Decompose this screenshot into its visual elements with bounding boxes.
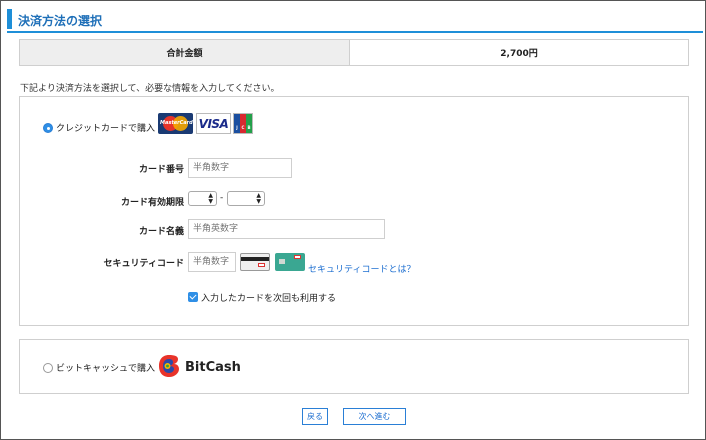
bitcash-option-label[interactable]: ビットキャッシュで購入 [56,361,155,374]
bitcash-section: ビットキャッシュで購入 BitCash [19,339,689,394]
bitcash-logo-icon [159,355,179,377]
credit-card-radio[interactable] [43,123,53,133]
remember-card-label[interactable]: 入力したカードを次回も利用する [201,291,336,304]
back-button[interactable]: 戻る [302,408,328,425]
card-expiry-label: カード有効期限 [120,198,184,208]
mastercard-logo: MasterCard [158,113,193,134]
expiry-separator: - [220,193,224,203]
card-back-cvv-icon [240,253,270,271]
page-title: 決済方法の選択 [18,14,103,28]
bitcash-logo-text: BitCash [185,360,241,375]
expiry-year-select[interactable]: ▲ ▼ [227,191,265,206]
total-value: 2,700円 [500,49,538,59]
page-header: 決済方法の選択 [7,7,703,33]
card-front-cvv-icon [275,253,305,271]
visa-logo: VISA [196,113,231,134]
security-code-input[interactable] [188,252,236,272]
security-code-label: セキュリティコード [103,259,184,269]
next-button[interactable]: 次へ進む [343,408,406,425]
payment-page: 決済方法の選択 合計金額 2,700円 下記より決済方法を選択して、必要な情報を… [0,0,706,440]
card-number-label: カード番号 [138,165,184,175]
total-amount-table: 合計金額 2,700円 [19,39,689,66]
card-name-label: カード名義 [138,227,184,237]
card-name-input[interactable] [188,219,385,239]
expiry-month-select[interactable]: ▲ ▼ [188,191,217,206]
total-label: 合計金額 [20,40,350,65]
credit-card-option-label[interactable]: クレジットカードで購入 [56,121,155,134]
checkbox-checked-icon[interactable] [188,292,198,302]
credit-card-section: クレジットカードで購入 MasterCard VISA JCB カード番号 カー… [19,96,689,326]
card-number-input[interactable] [188,158,292,178]
bitcash-radio[interactable] [43,363,53,373]
instruction-text: 下記より決済方法を選択して、必要な情報を入力してください。 [20,84,280,94]
jcb-logo: JCB [233,113,253,134]
header-accent-bar [7,9,12,29]
security-code-help-link[interactable]: セキュリティコードとは？ [308,262,415,275]
